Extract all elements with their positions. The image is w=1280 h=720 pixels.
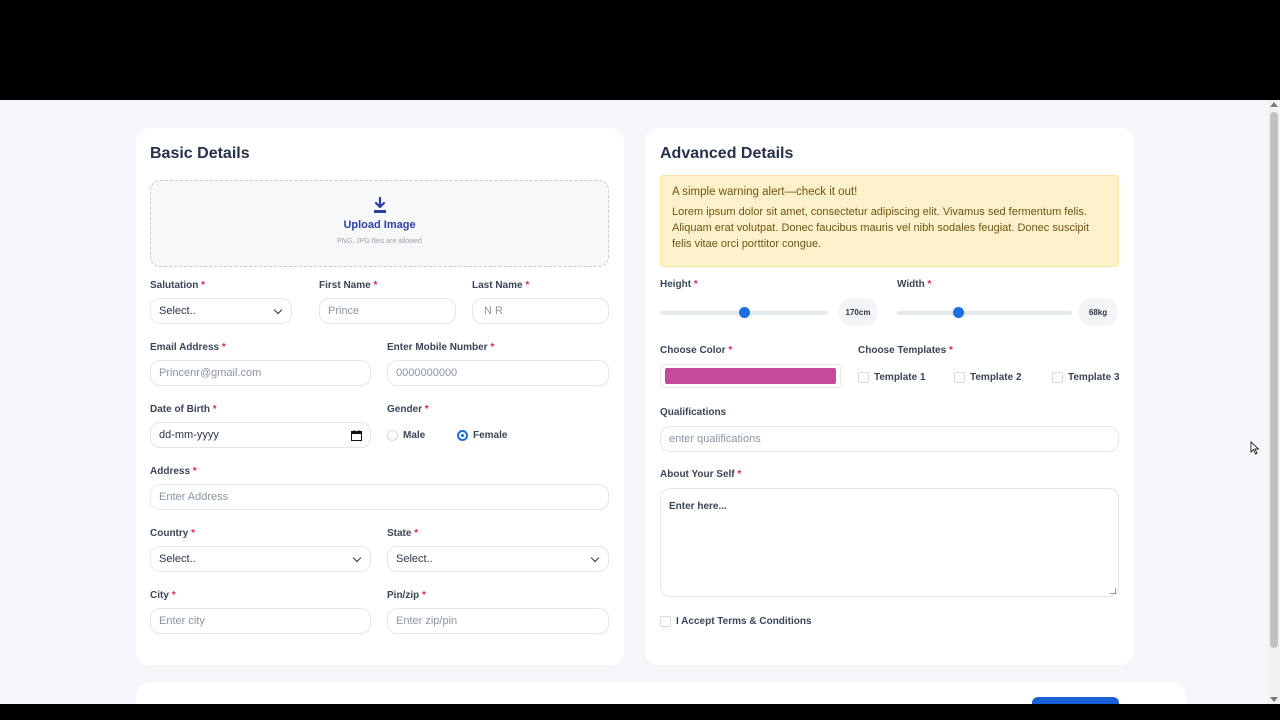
download-arrow-icon (374, 197, 386, 213)
template-1-label: Template 1 (874, 372, 926, 383)
gender-male-radio[interactable] (387, 430, 398, 441)
city-input[interactable]: Enter city (150, 608, 371, 634)
mobile-label: Enter Mobile Number * (387, 342, 495, 353)
top-black-bar (0, 0, 1280, 100)
width-value: 68kg (1078, 298, 1118, 326)
dob-value: dd-mm-yyyy (159, 429, 219, 441)
gender-male-label: Male (403, 430, 426, 441)
width-slider-track[interactable] (897, 311, 1072, 315)
country-value: Select.. (159, 553, 196, 565)
salutation-value: Select.. (159, 305, 196, 317)
pin-input[interactable]: Enter zip/pin (387, 608, 609, 634)
color-picker[interactable] (660, 364, 841, 388)
about-textarea[interactable]: Enter here... (660, 488, 1119, 597)
template-3-checkbox[interactable] (1052, 372, 1063, 383)
alert-title: A simple warning alert—check it out! (672, 186, 858, 198)
chevron-down-icon (352, 553, 362, 563)
dob-label: Date of Birth * (150, 404, 217, 415)
height-value: 170cm (838, 298, 878, 326)
height-label: Height * (660, 279, 698, 290)
color-picker-fill (665, 368, 836, 384)
resize-grip-icon[interactable] (1110, 588, 1116, 594)
scroll-down-icon[interactable] (1270, 697, 1278, 702)
upload-image-hint: PNG, JPG files are allowed (337, 238, 422, 245)
width-slider-thumb[interactable] (952, 307, 964, 318)
gender-label: Gender * (387, 404, 429, 415)
template-3-label: Template 3 (1068, 372, 1120, 383)
pin-label: Pin/zip * (387, 590, 426, 601)
calendar-icon[interactable] (351, 430, 362, 441)
first-name-label: First Name * (319, 280, 378, 291)
salutation-select[interactable]: Select.. (150, 298, 292, 324)
state-select[interactable]: Select.. (387, 546, 609, 572)
gender-female-radio[interactable] (457, 430, 468, 441)
choose-color-label: Choose Color * (660, 345, 733, 356)
dob-input[interactable]: dd-mm-yyyy (150, 422, 371, 448)
scrollbar-thumb[interactable] (1270, 112, 1278, 648)
last-name-input[interactable]: N R (472, 298, 609, 324)
bottom-black-bar (0, 704, 1280, 720)
choose-templates-label: Choose Templates * (858, 345, 953, 356)
template-2-label: Template 2 (970, 372, 1022, 383)
warning-alert: A simple warning alert—check it out! Lor… (660, 175, 1119, 267)
basic-details-title: Basic Details (150, 145, 250, 162)
mouse-cursor-icon (1250, 441, 1260, 455)
upload-image-label: Upload Image (343, 219, 416, 231)
email-label: Email Address * (150, 342, 226, 353)
mobile-input[interactable]: 0000000000 (387, 360, 609, 386)
address-label: Address * (150, 466, 197, 477)
city-label: City * (150, 590, 176, 601)
terms-checkbox[interactable] (660, 616, 671, 627)
vertical-scrollbar[interactable] (1268, 100, 1280, 704)
email-input[interactable]: Princenr@gmail.com (150, 360, 371, 386)
state-label: State * (387, 528, 419, 539)
about-label: About Your Self * (660, 469, 742, 480)
chevron-down-icon (590, 553, 600, 563)
state-value: Select.. (396, 553, 433, 565)
country-label: Country * (150, 528, 196, 539)
template-1-checkbox[interactable] (858, 372, 869, 383)
terms-label: I Accept Terms & Conditions (676, 616, 812, 627)
height-slider-thumb[interactable] (738, 307, 750, 318)
template-2-checkbox[interactable] (954, 372, 965, 383)
address-input[interactable]: Enter Address (150, 484, 609, 510)
footer-card (136, 682, 1186, 704)
last-name-label: Last Name * (472, 280, 530, 291)
qualifications-label: Qualifications (660, 407, 727, 418)
width-label: Width * (897, 279, 932, 290)
page-viewport: Basic Details Upload Image PNG, JPG file… (0, 100, 1268, 704)
gender-female-label: Female (473, 430, 508, 441)
salutation-label: Salutation * (150, 280, 206, 291)
first-name-input[interactable]: Prince (319, 298, 456, 324)
alert-body: Lorem ipsum dolor sit amet, consectetur … (672, 206, 1090, 250)
chevron-down-icon (273, 305, 283, 315)
upload-image-dropzone[interactable]: Upload Image PNG, JPG files are allowed (150, 180, 609, 267)
submit-button[interactable] (1032, 697, 1119, 704)
advanced-details-title: Advanced Details (660, 145, 794, 162)
qualifications-input[interactable]: enter qualifications (660, 426, 1119, 452)
country-select[interactable]: Select.. (150, 546, 371, 572)
about-placeholder: Enter here... (669, 501, 727, 512)
scroll-up-icon[interactable] (1270, 102, 1278, 107)
